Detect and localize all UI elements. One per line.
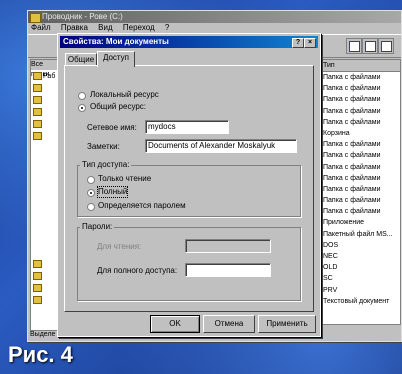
folder-icon <box>33 84 42 93</box>
dialog-title-bar[interactable]: Свойства: Мои документы ? × <box>60 36 318 48</box>
readonly-radio[interactable] <box>87 176 95 184</box>
list-item[interactable]: Папка с файлами <box>320 139 400 150</box>
readonly-password-label: Для чтения: <box>97 242 142 251</box>
list-item[interactable]: Папка с файлами <box>320 206 400 217</box>
large-icons-view-icon[interactable] <box>346 38 362 54</box>
full-access-radio[interactable] <box>87 189 95 197</box>
explorer-title-bar[interactable]: Проводник - Рове (C:) <box>28 11 401 23</box>
list-item[interactable]: OLD <box>320 262 400 273</box>
access-type-label: Тип доступа: <box>80 160 132 170</box>
full-password-input[interactable] <box>185 263 271 277</box>
drive-icon <box>30 13 41 23</box>
passwords-label: Пароли: <box>80 222 115 232</box>
list-item[interactable]: Корзина <box>320 128 400 139</box>
apply-button[interactable]: Применить <box>258 315 316 333</box>
list-item[interactable]: Папка с файлами <box>320 94 400 105</box>
folder-icon <box>33 120 42 129</box>
list-item[interactable]: DOS <box>320 240 400 251</box>
tree-header: Все папки <box>31 60 57 78</box>
password-access-label[interactable]: Определяется паролем <box>98 201 186 211</box>
list-item[interactable]: Пакетный файл MS... <box>320 229 400 240</box>
tree-item[interactable] <box>33 108 57 117</box>
tree-item[interactable] <box>33 284 57 293</box>
ok-button[interactable]: OK <box>150 315 200 333</box>
tree-item[interactable] <box>33 84 57 93</box>
file-list[interactable]: Тип Папка с файлами Папка с файлами Папк… <box>319 59 401 325</box>
list-item[interactable]: Папка с файлами <box>320 184 400 195</box>
explorer-menu-bar: Файл Правка Вид Переход ? <box>28 23 401 33</box>
list-item[interactable]: Папка с файлами <box>320 162 400 173</box>
close-button[interactable]: × <box>304 38 316 48</box>
tree-item[interactable] <box>33 272 57 281</box>
list-item[interactable]: Папка с файлами <box>320 150 400 161</box>
list-item[interactable]: Папка с файлами <box>320 72 400 83</box>
local-resource-radio[interactable] <box>78 92 86 100</box>
cancel-button[interactable]: Отмена <box>203 315 255 333</box>
list-item[interactable]: Приложение <box>320 217 400 228</box>
tree-item-desktop[interactable]: Раб <box>33 72 57 81</box>
list-item[interactable]: PRV <box>320 285 400 296</box>
tree-item[interactable] <box>33 260 57 269</box>
menu-view[interactable]: Вид <box>98 23 112 32</box>
folder-icon <box>33 284 42 293</box>
properties-dialog: Свойства: Мои документы ? × Общие Доступ… <box>57 33 321 337</box>
list-item[interactable]: Папка с файлами <box>320 195 400 206</box>
folder-icon <box>33 132 42 141</box>
list-item[interactable]: Текстовый документ <box>320 296 400 307</box>
readonly-label[interactable]: Только чтение <box>98 174 151 184</box>
dialog-title: Свойства: Мои документы <box>63 37 169 46</box>
local-resource-label[interactable]: Локальный ресурс <box>90 90 159 100</box>
tree-item[interactable] <box>33 96 57 105</box>
tree-item[interactable] <box>33 120 57 129</box>
list-view-icon[interactable] <box>362 38 378 54</box>
folder-icon <box>33 96 42 105</box>
menu-go[interactable]: Переход <box>123 23 155 32</box>
shared-resource-radio[interactable] <box>78 104 86 112</box>
password-access-radio[interactable] <box>87 203 95 211</box>
details-view-icon[interactable] <box>378 38 394 54</box>
figure-caption: Рис. 4 <box>8 342 73 367</box>
folder-tree[interactable]: Все папки Раб <box>30 59 58 331</box>
full-password-label: Для полного доступа: <box>97 266 178 275</box>
tree-item[interactable] <box>33 296 57 305</box>
folder-icon <box>33 72 42 81</box>
share-name-input[interactable]: mydocs <box>145 120 229 134</box>
menu-edit[interactable]: Правка <box>61 23 88 32</box>
list-item[interactable]: Папка с файлами <box>320 173 400 184</box>
folder-icon <box>33 260 42 269</box>
readonly-password-input <box>185 239 271 253</box>
folder-icon <box>33 296 42 305</box>
tab-sharing[interactable]: Доступ <box>97 51 135 67</box>
list-item[interactable]: Папка с файлами <box>320 117 400 128</box>
list-item[interactable]: Папка с файлами <box>320 83 400 94</box>
comment-input[interactable]: Documents of Alexander Moskalyuk <box>145 139 297 153</box>
share-name-label: Сетевое имя: <box>87 123 137 132</box>
column-header-type[interactable]: Тип <box>320 60 400 72</box>
folder-icon <box>33 108 42 117</box>
status-bar: Выделе <box>30 331 56 338</box>
list-item[interactable]: NEC <box>320 251 400 262</box>
help-button[interactable]: ? <box>292 38 304 48</box>
sharing-panel: Локальный ресурс Общий ресурс: Сетевое и… <box>64 65 314 312</box>
comment-label: Заметки: <box>87 142 120 151</box>
menu-file[interactable]: Файл <box>31 23 51 32</box>
menu-help[interactable]: ? <box>165 23 169 32</box>
folder-icon <box>33 272 42 281</box>
explorer-title: Проводник - Рове (C:) <box>42 12 123 21</box>
list-item[interactable]: SC <box>320 273 400 284</box>
tree-item[interactable] <box>33 132 57 141</box>
shared-resource-label[interactable]: Общий ресурс: <box>90 102 146 112</box>
list-item[interactable]: Папка с файлами <box>320 106 400 117</box>
full-access-label[interactable]: Полный <box>96 186 129 198</box>
